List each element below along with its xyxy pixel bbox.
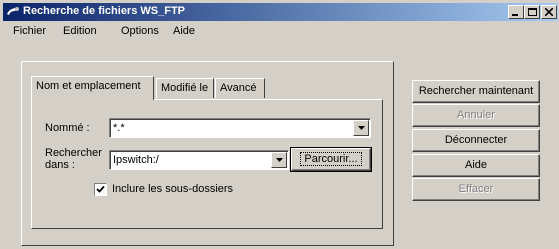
- maximize-icon: [528, 8, 537, 16]
- checkmark-icon: [96, 185, 105, 193]
- search-in-dropdown-button[interactable]: [271, 152, 287, 168]
- clear-label: Effacer: [458, 183, 494, 195]
- browse-button-label: Parcourir...: [300, 152, 362, 166]
- close-icon: [545, 8, 553, 16]
- include-subfolders-checkbox[interactable]: [94, 183, 107, 196]
- cancel-button[interactable]: Annuler: [412, 104, 540, 127]
- search-now-label: Rechercher maintenant: [418, 85, 534, 97]
- chevron-down-icon: [358, 126, 365, 130]
- clear-button[interactable]: Effacer: [412, 178, 540, 201]
- maximize-button[interactable]: [524, 5, 540, 19]
- ws-ftp-app-icon: [6, 5, 20, 19]
- menu-aide[interactable]: Aide: [173, 25, 195, 37]
- tab-avance[interactable]: Avancé: [215, 78, 265, 98]
- close-button[interactable]: [541, 5, 557, 19]
- cancel-label: Annuler: [457, 109, 495, 121]
- search-window: Recherche de fichiers WS_FTP Fichier Edi…: [0, 0, 559, 249]
- search-in-combobox[interactable]: Ipswitch:/: [109, 150, 289, 170]
- search-in-value: Ipswitch:/: [113, 154, 159, 166]
- search-now-button[interactable]: Rechercher maintenant: [412, 80, 540, 103]
- disconnect-button[interactable]: Déconnecter: [412, 129, 540, 152]
- search-in-label-2: dans :: [45, 159, 75, 171]
- minimize-icon: [512, 14, 518, 16]
- menu-options[interactable]: Options: [121, 25, 159, 37]
- search-in-label-1: Rechercher: [45, 147, 102, 159]
- include-subfolders-label[interactable]: Inclure les sous-dossiers: [112, 183, 233, 195]
- named-label: Nommé :: [45, 122, 90, 134]
- title-bar[interactable]: Recherche de fichiers WS_FTP: [3, 3, 558, 21]
- tab-nom-et-emplacement[interactable]: Nom et emplacement: [31, 76, 154, 100]
- help-label: Aide: [464, 159, 488, 171]
- disconnect-label: Déconnecter: [444, 134, 508, 146]
- browse-button[interactable]: Parcourir...: [290, 147, 372, 172]
- menu-bar: Fichier Edition Options Aide: [3, 23, 558, 41]
- minimize-button[interactable]: [508, 5, 524, 19]
- tab-modifie-le[interactable]: Modifié le: [156, 78, 214, 98]
- window-title: Recherche de fichiers WS_FTP: [23, 5, 185, 17]
- menu-fichier[interactable]: Fichier: [13, 25, 46, 37]
- menu-edition[interactable]: Edition: [63, 25, 97, 37]
- named-value: *.*: [113, 122, 125, 134]
- help-button[interactable]: Aide: [412, 154, 540, 177]
- chevron-down-icon: [276, 158, 283, 162]
- named-dropdown-button[interactable]: [353, 120, 369, 136]
- named-combobox[interactable]: *.*: [109, 118, 371, 138]
